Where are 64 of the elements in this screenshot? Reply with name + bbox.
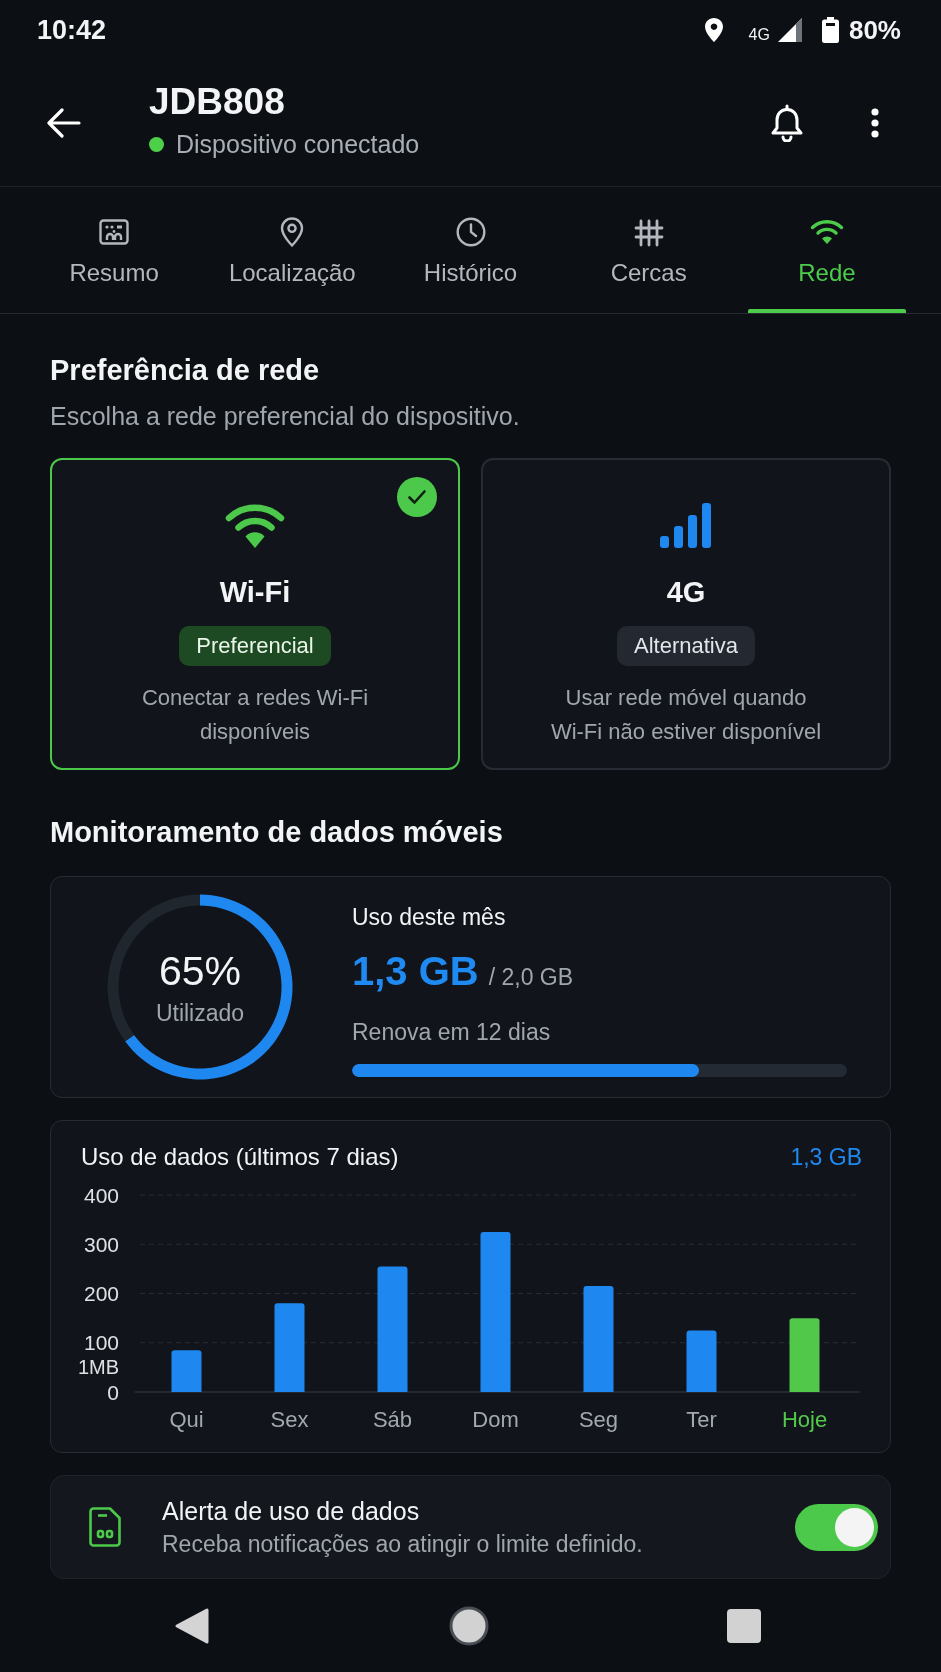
tab[interactable]: Localização: [203, 187, 382, 313]
chart-bar: [686, 1330, 717, 1392]
connection-status: Dispositivo conectado: [176, 129, 420, 159]
bell-icon[interactable]: [770, 104, 804, 142]
tab[interactable]: Rede: [737, 187, 916, 313]
axis-tick-label: 300: [83, 1232, 119, 1256]
axis-tick-label: 200: [83, 1282, 119, 1305]
wifi-icon: [225, 503, 285, 548]
axis-category-label: Hoje: [781, 1407, 828, 1432]
status-time: 10:42: [37, 14, 107, 46]
sim-card-icon: [89, 1507, 121, 1547]
usage-percent-label: Utilizado: [155, 1000, 245, 1026]
home-icon[interactable]: [448, 1605, 489, 1646]
axis-tick-label: 0: [107, 1380, 119, 1404]
usage-title: Uso deste mês: [352, 904, 507, 930]
chart-bar: [171, 1350, 202, 1392]
location-pin-icon: [704, 18, 723, 42]
axis-category-label: Seg: [578, 1407, 619, 1432]
recents-icon[interactable]: [727, 1608, 761, 1643]
toggle-switch[interactable]: [795, 1503, 878, 1551]
axis-category-label: Ter: [686, 1407, 717, 1432]
axis-unit-label: 1MB: [77, 1356, 119, 1379]
network-description: Conectar a redes Wi-Fi disponíveis: [141, 684, 369, 746]
network-option-card[interactable]: Wi-Fi Preferencial Conectar a redes Wi-Fi disponíveis: [50, 458, 460, 770]
network-name: Wi-Fi: [219, 575, 291, 610]
section-subtitle: Escolha a rede preferencial do dispositivo.: [50, 401, 521, 431]
chart-total: 1,3 GB: [790, 1143, 862, 1171]
chart-title: Uso de dados (últimos 7 dias): [81, 1143, 399, 1171]
fence-icon: [633, 217, 664, 247]
total-amount: / 2,0 GB: [488, 963, 574, 992]
battery-percent: 80%: [848, 14, 901, 46]
tab[interactable]: Resumo: [25, 187, 204, 313]
check-icon: [397, 477, 437, 517]
device-title: JDB808: [149, 81, 285, 123]
axis-category-label: Sáb: [372, 1407, 413, 1432]
section-title: Monitoramento de dados móveis: [50, 815, 504, 849]
alert-title: Alerta de uso de dados: [162, 1496, 421, 1526]
alert-description: Receba notificações ao atingir o limite definido.: [162, 1530, 644, 1558]
axis-tick-label: 400: [83, 1183, 119, 1207]
section-title: Preferência de rede: [50, 353, 321, 387]
clock-icon: [455, 217, 486, 247]
axis-category-label: Qui: [169, 1407, 204, 1432]
tab[interactable]: Histórico: [381, 187, 560, 313]
preference-badge: Preferencial: [179, 626, 331, 666]
battery-icon: [821, 17, 839, 43]
dashboard-icon: [99, 217, 130, 247]
axis-category-label: Sex: [270, 1407, 309, 1432]
network-name: 4G: [666, 575, 706, 610]
network-option-card[interactable]: 4G Alternativa Usar rede móvel quando Wi-Fi não estiver disponível: [481, 458, 891, 770]
usage-percent: 65%: [158, 948, 242, 994]
axis-category-label: Dom: [472, 1407, 519, 1432]
more-options-icon[interactable]: [871, 108, 879, 138]
network-description: Usar rede móvel quando Wi-Fi não estiver disponível: [550, 684, 822, 746]
axis-tick-label: 100: [83, 1331, 119, 1355]
tab[interactable]: Cercas: [559, 187, 738, 313]
location-pin-icon: [280, 217, 305, 247]
preference-badge: Alternativa: [617, 626, 755, 666]
back-icon[interactable]: [174, 1606, 210, 1645]
back-arrow-icon[interactable]: [47, 108, 81, 138]
network-type-label: 4G: [748, 26, 770, 44]
signal-bars-icon: [660, 503, 712, 548]
cell-signal-icon: [777, 18, 802, 42]
used-amount: 1,3 GB: [352, 948, 479, 995]
renewal-text: Renova em 12 dias: [352, 1019, 552, 1045]
